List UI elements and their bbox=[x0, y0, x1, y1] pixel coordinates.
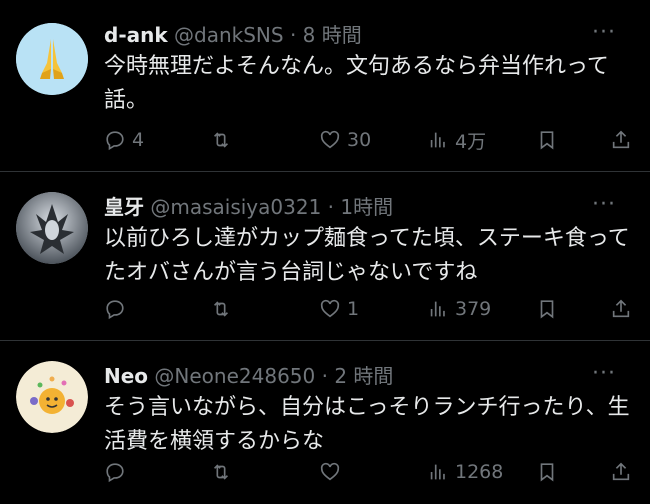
reply-button[interactable] bbox=[104, 293, 132, 325]
like-button[interactable] bbox=[319, 456, 347, 488]
bar-chart-icon bbox=[430, 132, 445, 148]
bar-chart-icon bbox=[430, 301, 445, 317]
views-button[interactable]: 4万 bbox=[427, 124, 486, 156]
retweet-icon bbox=[213, 301, 229, 317]
bookmark-button[interactable] bbox=[536, 293, 558, 325]
bookmark-button[interactable] bbox=[536, 456, 558, 488]
cartoon-sun-icon bbox=[16, 361, 88, 433]
tweet[interactable]: Neo @Neone248650 · 2 時間 ··· そう言いながら、自分はこ… bbox=[0, 341, 650, 504]
heart-icon bbox=[320, 462, 340, 481]
bookmark-button[interactable] bbox=[536, 124, 558, 156]
retweet-icon bbox=[213, 132, 229, 148]
reply-icon bbox=[106, 131, 124, 151]
share-icon bbox=[612, 462, 630, 481]
tweet-text: そう言いながら、自分はこっそりランチ行ったり、生活費を横領するからな bbox=[104, 395, 630, 454]
view-count: 1268 bbox=[455, 461, 504, 483]
share-icon bbox=[612, 299, 630, 318]
display-name[interactable]: d-ank bbox=[104, 23, 168, 47]
more-options-icon[interactable]: ··· bbox=[592, 20, 616, 46]
tweet-text: 以前ひろし達がカップ麺食ってた頃、ステーキ食ってたオバさんが言う台詞じゃないです… bbox=[104, 226, 630, 285]
more-options-icon[interactable]: ··· bbox=[592, 192, 616, 218]
share-button[interactable] bbox=[610, 124, 632, 156]
handle[interactable]: @Neone248650 bbox=[154, 364, 315, 388]
timestamp[interactable]: · 8 時間 bbox=[290, 23, 362, 47]
tweet[interactable]: 皇牙 @masaisiya0321 · 1時間 ··· 以前ひろし達がカップ麺食… bbox=[0, 172, 650, 341]
tweet-header: 皇牙 @masaisiya0321 · 1時間 ··· bbox=[104, 192, 634, 222]
view-count: 4万 bbox=[455, 130, 487, 153]
bar-chart-icon bbox=[430, 464, 445, 480]
reply-icon bbox=[106, 463, 124, 483]
avatar[interactable] bbox=[16, 361, 88, 433]
action-bar: 1 379 bbox=[104, 293, 634, 325]
tweet-header: d-ank @dankSNS · 8 時間 ··· bbox=[104, 20, 634, 50]
views-button[interactable]: 1268 bbox=[427, 456, 503, 488]
timestamp[interactable]: · 2 時間 bbox=[322, 364, 394, 388]
avatar[interactable] bbox=[16, 192, 88, 264]
action-bar: 1268 bbox=[104, 456, 634, 488]
handle[interactable]: @masaisiya0321 bbox=[150, 195, 321, 219]
like-button[interactable]: 1 bbox=[319, 293, 359, 325]
retweet-button[interactable] bbox=[210, 456, 238, 488]
like-count: 1 bbox=[347, 298, 360, 320]
more-options-icon[interactable]: ··· bbox=[592, 361, 616, 387]
handle[interactable]: @dankSNS bbox=[174, 23, 284, 47]
reply-button[interactable] bbox=[104, 456, 132, 488]
action-bar: 4 30 4万 bbox=[104, 124, 634, 156]
heart-icon bbox=[320, 130, 340, 149]
bookmark-icon bbox=[540, 463, 554, 482]
share-button[interactable] bbox=[610, 293, 632, 325]
timestamp[interactable]: · 1時間 bbox=[328, 195, 393, 219]
like-count: 30 bbox=[347, 129, 372, 151]
tweet[interactable]: d-ank @dankSNS · 8 時間 ··· 今時無理だよそんなん。文句あ… bbox=[0, 0, 650, 172]
view-count: 379 bbox=[455, 298, 492, 320]
avatar[interactable] bbox=[16, 23, 88, 95]
display-name[interactable]: 皇牙 bbox=[104, 195, 144, 219]
tweet-text: 今時無理だよそんなん。文句あるなら弁当作れって話。 bbox=[104, 54, 609, 113]
reply-icon bbox=[106, 300, 124, 320]
bookmark-icon bbox=[540, 131, 554, 150]
reply-count: 4 bbox=[132, 129, 145, 151]
heart-icon bbox=[320, 299, 340, 318]
display-name[interactable]: Neo bbox=[104, 364, 148, 388]
retweet-button[interactable] bbox=[210, 293, 238, 325]
folded-hands-icon bbox=[16, 23, 88, 95]
retweet-button[interactable] bbox=[210, 124, 238, 156]
reply-button[interactable]: 4 bbox=[104, 124, 144, 156]
like-button[interactable]: 30 bbox=[319, 124, 371, 156]
armored-figure-icon bbox=[16, 192, 88, 264]
views-button[interactable]: 379 bbox=[427, 293, 491, 325]
share-button[interactable] bbox=[610, 456, 632, 488]
bookmark-icon bbox=[540, 300, 554, 319]
share-icon bbox=[612, 130, 630, 149]
retweet-icon bbox=[213, 464, 229, 480]
tweet-header: Neo @Neone248650 · 2 時間 ··· bbox=[104, 361, 634, 391]
